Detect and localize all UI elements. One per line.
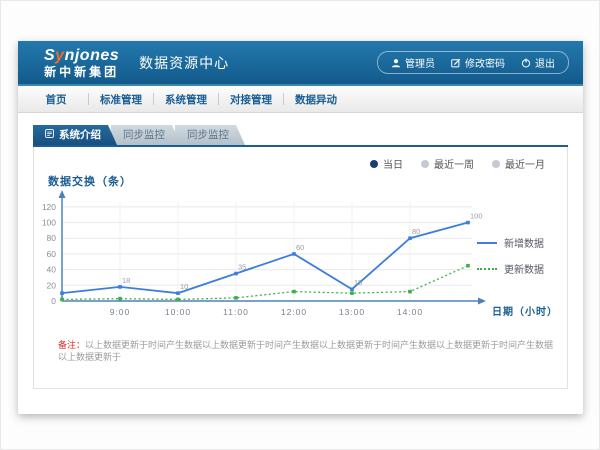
radio-dot <box>492 160 500 168</box>
svg-text:80: 80 <box>47 233 57 243</box>
tab-system-intro[interactable]: 系统介绍 <box>33 125 117 145</box>
legend-item-updated-data[interactable]: 更新数据 <box>477 261 563 276</box>
tab-bar: 系统介绍 同步监控 同步监控 <box>33 125 568 145</box>
radio-dot <box>421 160 429 168</box>
radio-label: 最近一月 <box>505 156 545 171</box>
radio-last-week[interactable]: 最近一周 <box>421 156 474 171</box>
chart-panel: 数据交换（条） 当日 最近一周 最近一月 0204060801 <box>33 147 568 389</box>
svg-text:40: 40 <box>47 265 57 275</box>
y-axis-title: 数据交换（条） <box>48 173 132 189</box>
svg-text:100: 100 <box>42 218 56 228</box>
svg-text:15: 15 <box>354 278 362 287</box>
svg-text:120: 120 <box>42 202 56 212</box>
footnote-text: 以上数据更新于时间产生数据以上数据更新于时间产生数据以上数据更新于时间产生数据以… <box>58 340 553 363</box>
svg-text:20: 20 <box>47 280 57 290</box>
svg-text:10: 10 <box>180 282 188 291</box>
app-window: Synjones 新中新集团 数据资源中心 管理员 修改密码 <box>18 41 583 414</box>
user-menu[interactable]: 管理员 <box>391 55 435 70</box>
app-header: Synjones 新中新集团 数据资源中心 管理员 修改密码 <box>18 41 583 86</box>
svg-text:18: 18 <box>122 276 130 285</box>
logo-company-name: 新中新集团 <box>44 66 119 78</box>
radio-label: 最近一周 <box>434 156 474 171</box>
footnote-label: 备注： <box>58 340 85 350</box>
nav-item-data-change[interactable]: 数据异动 <box>284 92 348 107</box>
page-title: 数据资源中心 <box>139 53 229 73</box>
nav-item-interface-mgmt[interactable]: 对接管理 <box>219 92 283 107</box>
radio-dot-selected <box>370 160 378 168</box>
svg-text:0: 0 <box>51 296 56 306</box>
user-name: 管理员 <box>405 55 435 70</box>
screen: Synjones 新中新集团 数据资源中心 管理员 修改密码 <box>0 0 600 450</box>
svg-text:14:00: 14:00 <box>397 307 423 317</box>
edit-icon <box>451 58 461 68</box>
tab-sync-monitor-2[interactable]: 同步监控 <box>175 125 245 145</box>
svg-text:100: 100 <box>470 212 483 221</box>
time-range-filter: 当日 最近一周 最近一月 <box>370 156 545 171</box>
legend-label: 新增数据 <box>504 235 544 250</box>
svg-text:日期（小时）: 日期（小时） <box>492 305 552 318</box>
logo-text: Synjones <box>44 48 119 64</box>
tab-label: 同步监控 <box>187 125 229 145</box>
legend-item-new-data[interactable]: 新增数据 <box>477 235 563 250</box>
svg-text:12:00: 12:00 <box>281 307 307 317</box>
content-area: 系统介绍 同步监控 同步监控 数据交换（条） 当日 <box>18 113 583 389</box>
radio-last-month[interactable]: 最近一月 <box>492 156 545 171</box>
svg-text:35: 35 <box>238 263 246 272</box>
svg-text:80: 80 <box>412 227 420 236</box>
svg-text:11:00: 11:00 <box>223 307 249 317</box>
logout-button[interactable]: 退出 <box>521 55 555 70</box>
radio-label: 当日 <box>383 156 403 171</box>
legend-label: 更新数据 <box>504 261 544 276</box>
user-toolbar: 管理员 修改密码 退出 <box>377 51 569 74</box>
legend-line-blue <box>477 242 497 244</box>
svg-text:9:00: 9:00 <box>110 307 131 317</box>
svg-text:10:00: 10:00 <box>165 307 191 317</box>
line-chart: 0 20 40 60 80 100 120 9:00 10:00 11:00 12:00 13:00 1… <box>40 189 552 337</box>
change-password-button[interactable]: 修改密码 <box>451 55 505 70</box>
nav-item-home[interactable]: 首页 <box>24 92 88 107</box>
main-nav: 首页 标准管理 系统管理 对接管理 数据异动 <box>18 86 583 113</box>
logout-label: 退出 <box>535 55 555 70</box>
radio-today[interactable]: 当日 <box>370 156 403 171</box>
nav-item-standard-mgmt[interactable]: 标准管理 <box>89 92 153 107</box>
tab-label: 系统介绍 <box>59 125 101 145</box>
power-icon <box>521 58 531 68</box>
tab-label: 同步监控 <box>123 125 165 145</box>
company-logo: Synjones 新中新集团 <box>44 48 119 78</box>
svg-text:60: 60 <box>296 243 304 252</box>
logo-accent-letter: y <box>55 47 64 64</box>
svg-text:60: 60 <box>47 249 57 259</box>
tab-sync-monitor-1[interactable]: 同步监控 <box>111 125 181 145</box>
chart-legend: 新增数据 更新数据 <box>477 235 563 287</box>
svg-text:13:00: 13:00 <box>339 307 365 317</box>
nav-item-system-mgmt[interactable]: 系统管理 <box>154 92 218 107</box>
document-icon <box>45 125 54 145</box>
footnote: 备注：以上数据更新于时间产生数据以上数据更新于时间产生数据以上数据更新于时间产生… <box>58 339 555 364</box>
change-password-label: 修改密码 <box>465 55 505 70</box>
user-icon <box>391 58 401 68</box>
legend-line-green <box>477 268 497 270</box>
